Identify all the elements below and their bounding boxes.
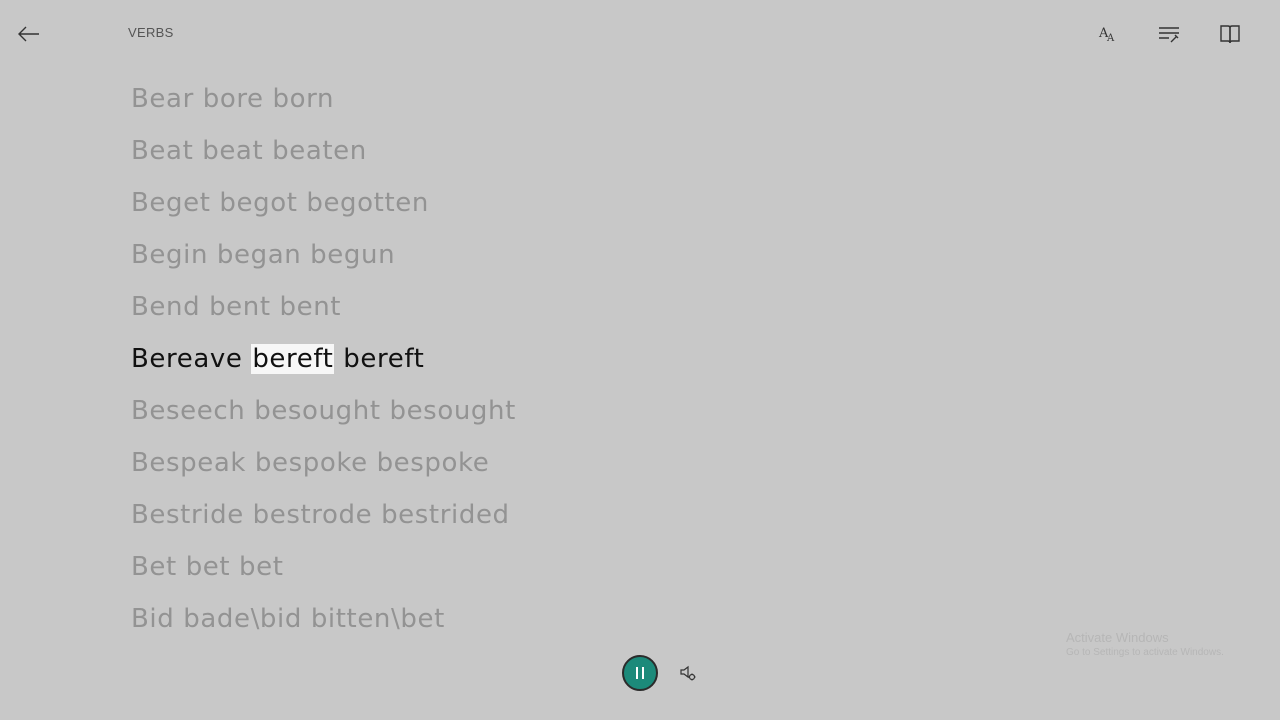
active-text-line[interactable]: Bereave bereft bereft <box>131 333 516 385</box>
text-size-icon: A A <box>1098 26 1115 44</box>
text-line[interactable]: Begin began begun <box>131 229 516 281</box>
back-button[interactable] <box>14 20 44 48</box>
line-text: Begin began begun <box>131 240 396 270</box>
line-text: Bestride bestrode bestrided <box>131 500 510 530</box>
line-text: Bend bent bent <box>131 292 342 322</box>
voice-settings-button[interactable] <box>677 662 699 684</box>
text-line[interactable]: Bespeak bespoke bespoke <box>131 437 516 489</box>
text-preferences-button[interactable]: A A <box>1092 18 1124 50</box>
line-text: Bear bore born <box>131 84 335 114</box>
line-text: Beseech besought besought <box>131 396 516 426</box>
watermark-subtitle: Go to Settings to activate Windows. <box>1066 647 1224 658</box>
grammar-options-button[interactable] <box>1153 18 1185 50</box>
text-line[interactable]: Beseech besought besought <box>131 385 516 437</box>
book-icon <box>1220 25 1240 44</box>
speaker-settings-icon <box>680 665 696 681</box>
arrow-left-icon <box>18 26 39 42</box>
text-line[interactable]: Beget begot begotten <box>131 177 516 229</box>
text-line[interactable]: Bid bade\bid bitten\bet <box>131 593 516 645</box>
grammar-tools-icon <box>1159 27 1179 43</box>
svg-text:A: A <box>1106 33 1115 44</box>
immersive-reader: VERBS A A Bear bore born Beat beat beate… <box>0 0 1280 720</box>
activation-watermark: Activate Windows Go to Settings to activ… <box>1066 630 1224 658</box>
line-text-before: Bereave <box>131 344 252 374</box>
line-text-after: bereft <box>334 344 425 374</box>
pause-icon <box>636 667 644 679</box>
text-line[interactable]: Beat beat beaten <box>131 125 516 177</box>
reading-preferences-button[interactable] <box>1214 18 1246 50</box>
watermark-title: Activate Windows <box>1066 630 1169 645</box>
text-line[interactable]: Bend bent bent <box>131 281 516 333</box>
document-title: VERBS <box>128 25 174 40</box>
current-word-highlight: bereft <box>251 344 335 374</box>
text-line[interactable]: Bet bet bet <box>131 541 516 593</box>
line-text: Bid bade\bid bitten\bet <box>131 604 445 634</box>
line-text: Bespeak bespoke bespoke <box>131 448 490 478</box>
text-line[interactable]: Bear bore born <box>131 73 516 125</box>
pause-button[interactable] <box>622 655 658 691</box>
reader-content: Bear bore born Beat beat beaten Beget be… <box>131 73 516 645</box>
line-text: Bet bet bet <box>131 552 284 582</box>
text-line[interactable]: Bestride bestrode bestrided <box>131 489 516 541</box>
line-text: Beget begot begotten <box>131 188 429 218</box>
line-text: Beat beat beaten <box>131 136 367 166</box>
